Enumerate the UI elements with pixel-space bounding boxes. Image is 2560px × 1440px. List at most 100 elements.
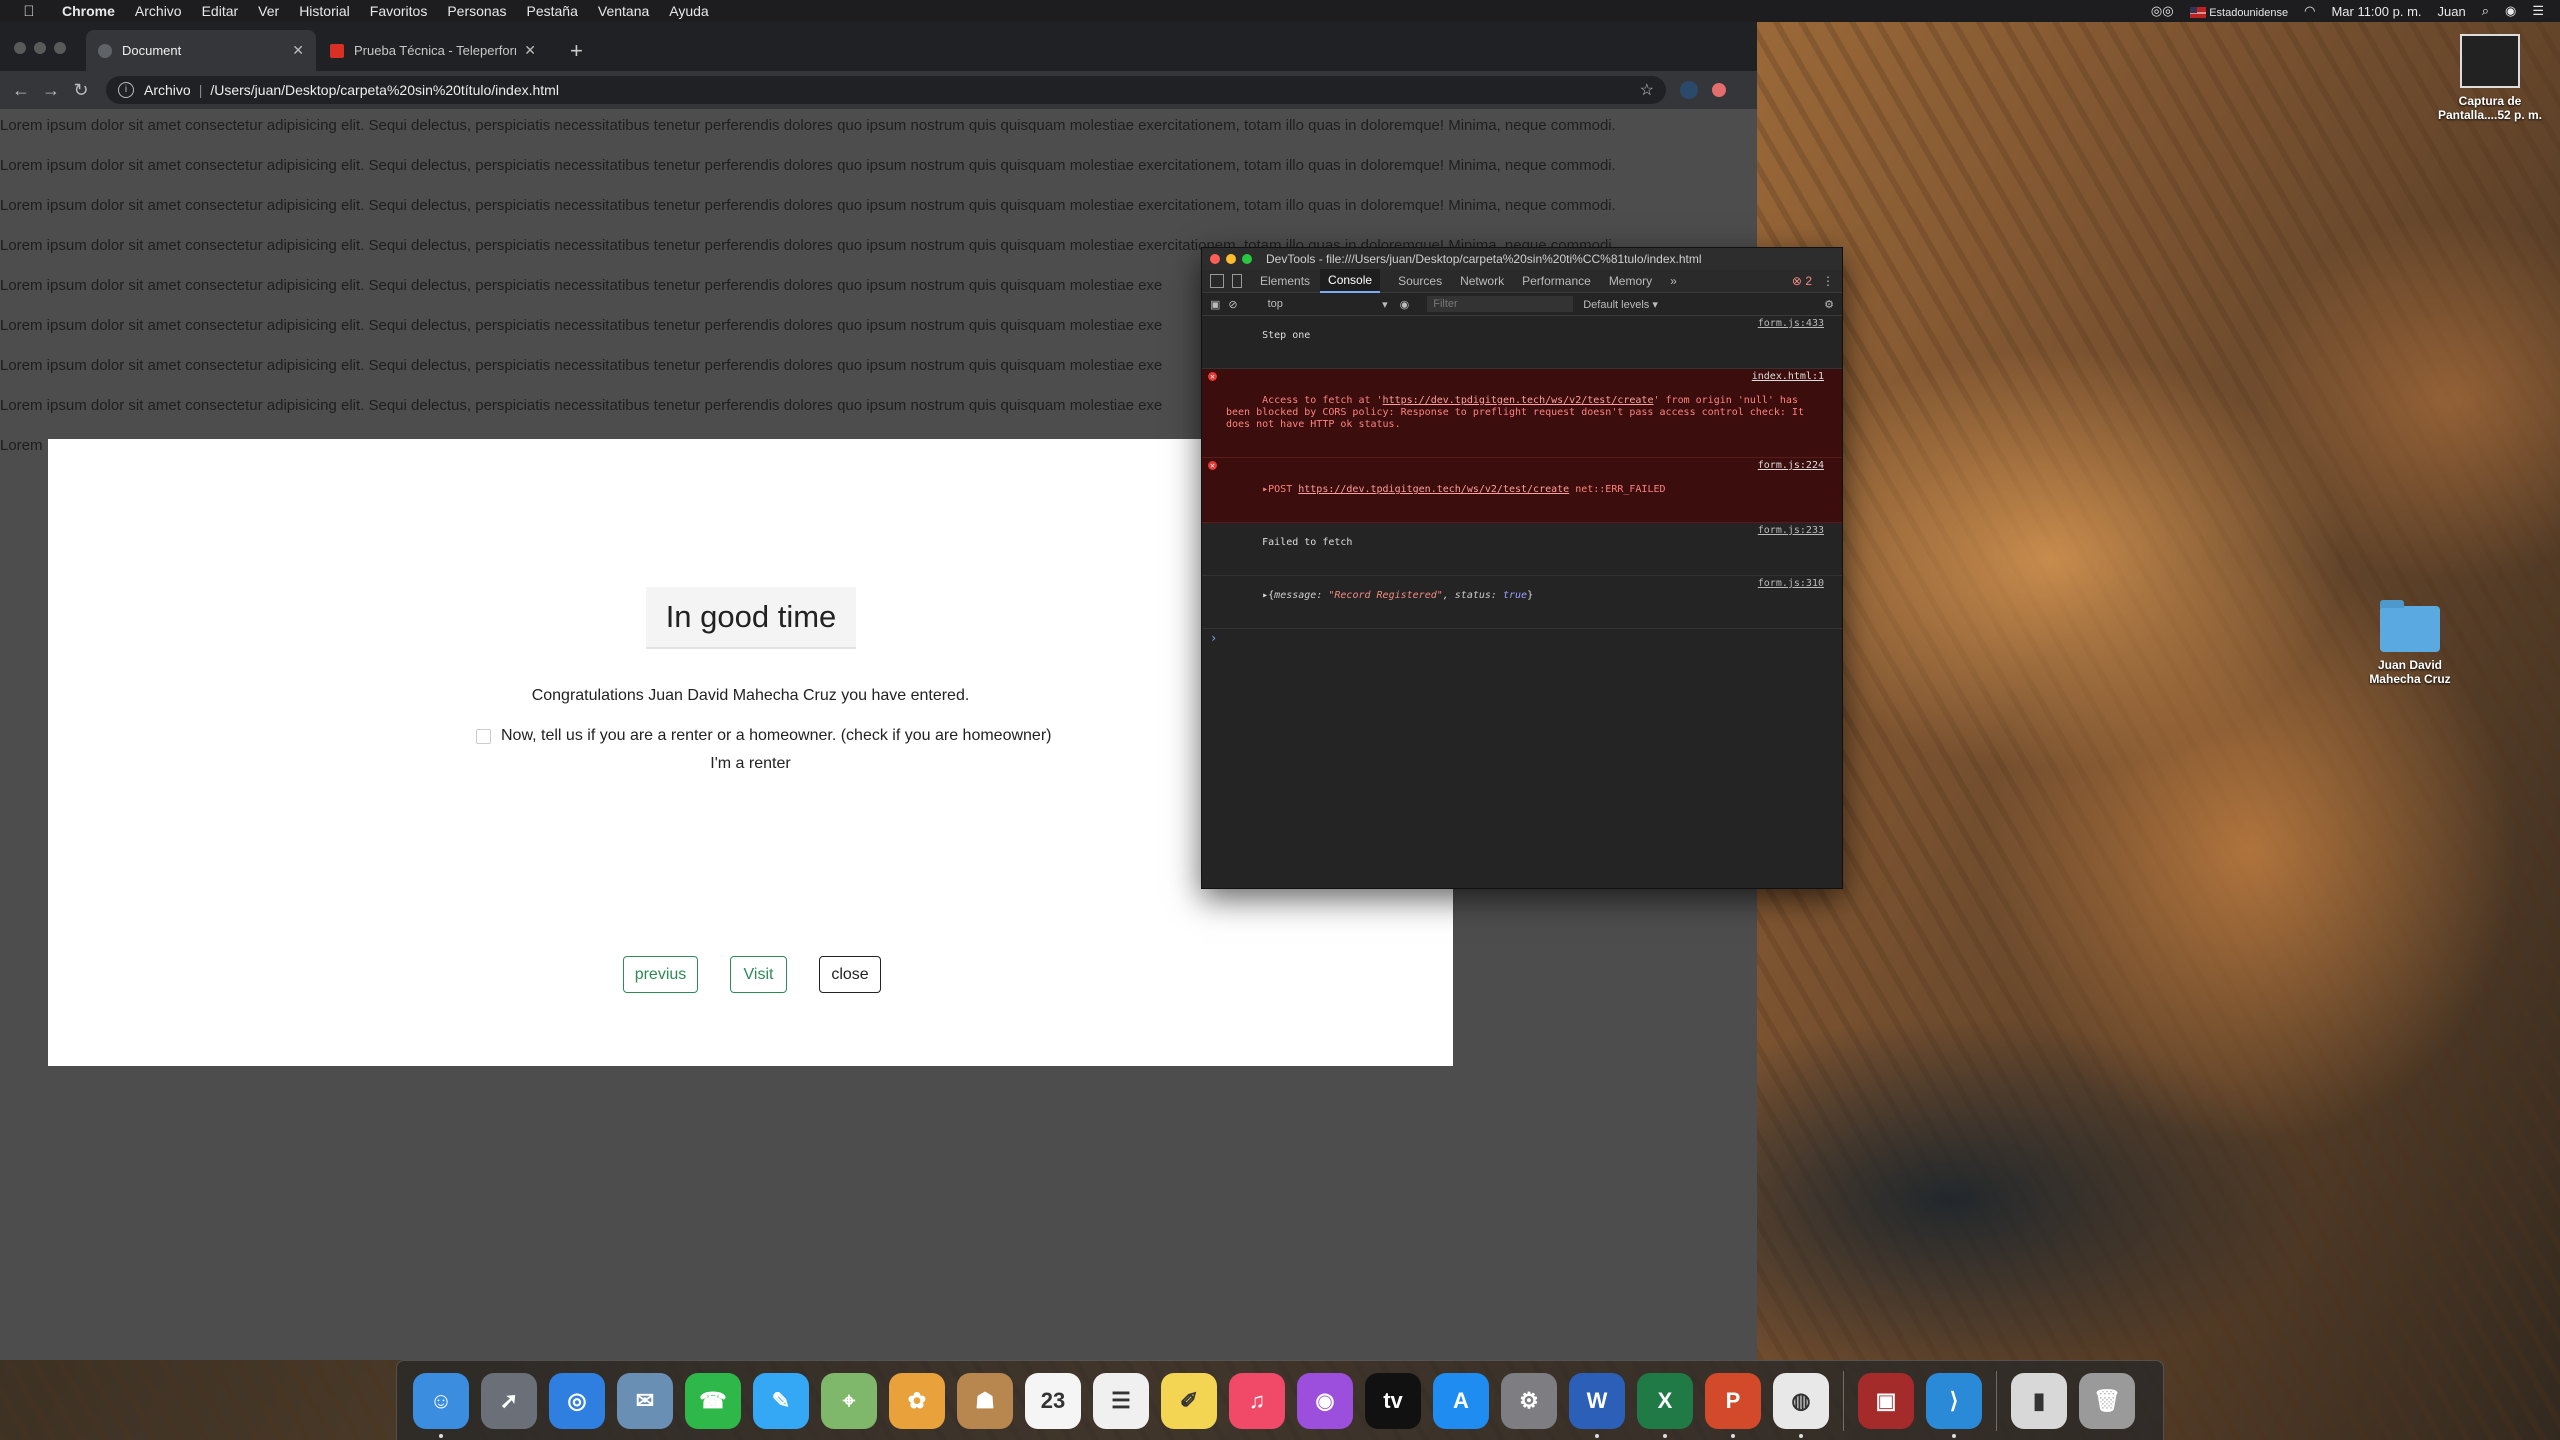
menu-clock[interactable]: Mar 11:00 p. m. (2331, 4, 2421, 19)
menu-favoritos[interactable]: Favoritos (370, 3, 428, 19)
reload-icon[interactable]: ↻ (66, 80, 96, 101)
tab-close-icon[interactable]: ✕ (292, 42, 304, 59)
console-url-link[interactable]: https://dev.tpdigitgen.tech/ws/v2/test/c… (1383, 395, 1654, 406)
facetime-icon[interactable]: ☎ (685, 1372, 741, 1429)
tab-performance[interactable]: Performance (1522, 274, 1591, 288)
menu-ver[interactable]: Ver (258, 3, 279, 19)
tab-network[interactable]: Network (1460, 274, 1504, 288)
devtools-zoom-button[interactable] (1242, 254, 1252, 264)
menu-personas[interactable]: Personas (447, 3, 506, 19)
address-bar[interactable]: i Archivo | /Users/juan/Desktop/carpeta%… (106, 76, 1666, 104)
expand-arrow[interactable]: ▸{ (1262, 590, 1274, 601)
spotlight-search-icon[interactable]: ⌕ (2482, 3, 2489, 19)
info-icon[interactable]: i (118, 82, 134, 98)
glasses-icon[interactable]: ◎◎ (2151, 3, 2174, 19)
tab-prueba-tecnica[interactable]: Prueba Técnica - Teleperformance ✕ (318, 30, 548, 71)
powerpoint-icon[interactable]: P (1705, 1372, 1761, 1438)
vscode-icon[interactable]: ⟩ (1926, 1372, 1982, 1438)
siri-icon[interactable]: ◉ (2505, 3, 2516, 19)
menu-editar[interactable]: Editar (202, 3, 239, 19)
console-source-link[interactable]: form.js:310 (1758, 578, 1824, 590)
devtools-minimize-button[interactable] (1226, 254, 1236, 264)
tab-document[interactable]: Document ✕ (86, 30, 316, 71)
menu-archivo[interactable]: Archivo (135, 3, 182, 19)
music-icon[interactable]: ♫ (1229, 1372, 1285, 1429)
photo-booth-icon[interactable]: ▣ (1858, 1372, 1914, 1429)
menu-historial[interactable]: Historial (299, 3, 350, 19)
device-toolbar-icon[interactable] (1232, 274, 1242, 288)
console-url-link[interactable]: https://dev.tpdigitgen.tech/ws/v2/test/c… (1298, 484, 1569, 495)
menu-ventana[interactable]: Ventana (598, 3, 649, 19)
console-source-link[interactable]: form.js:224 (1758, 460, 1824, 472)
forward-arrow-icon[interactable]: → (36, 80, 66, 101)
error-count-badge[interactable]: ⊗ 2 (1792, 274, 1812, 288)
clear-console-icon[interactable]: ⊘ (1228, 298, 1237, 311)
new-tab-button[interactable]: + (570, 38, 583, 64)
homeowner-checkbox-row[interactable]: Now, tell us if you are a renter or a ho… (476, 727, 1051, 745)
profile-avatar[interactable] (1712, 83, 1726, 97)
tab-sources[interactable]: Sources (1398, 274, 1442, 288)
menu-pestana[interactable]: Pestaña (527, 3, 578, 19)
desktop-icon-folder[interactable]: Juan David Mahecha Cruz (2356, 600, 2464, 686)
archive-utility-icon[interactable]: ▮ (2011, 1372, 2067, 1429)
minimize-window-button[interactable] (34, 42, 46, 54)
input-source[interactable]: Estadounidense (2189, 4, 2288, 19)
log-levels-dropdown[interactable]: Default levels ▾ (1583, 298, 1658, 311)
photos-icon[interactable]: ✿ (889, 1372, 945, 1429)
close-window-button[interactable] (14, 42, 26, 54)
maps-icon[interactable]: ⌖ (821, 1372, 877, 1429)
contacts-icon[interactable]: ☗ (957, 1372, 1013, 1429)
visit-button[interactable]: Visit (730, 956, 787, 993)
inspect-element-icon[interactable] (1210, 274, 1224, 288)
wifi-icon[interactable]: ◠ (2304, 3, 2315, 19)
calendar-icon[interactable]: 23 (1025, 1372, 1081, 1429)
trash-icon[interactable]: 🗑 (2079, 1372, 2135, 1429)
close-button[interactable]: close (819, 956, 881, 993)
more-tabs-icon[interactable]: » (1670, 274, 1677, 288)
address-url[interactable]: /Users/juan/Desktop/carpeta%20sin%20títu… (210, 82, 559, 98)
back-arrow-icon[interactable]: ← (6, 80, 36, 101)
preview-icon[interactable]: ✉ (617, 1372, 673, 1429)
homeowner-checkbox[interactable] (476, 728, 491, 744)
console-source-link[interactable]: form.js:433 (1758, 318, 1824, 330)
context-selector[interactable]: top ▾ (1268, 298, 1388, 311)
kebab-menu-icon[interactable]: ⋮ (1822, 274, 1834, 288)
sidebar-toggle-icon[interactable]: ▣ (1210, 298, 1220, 311)
desktop-icon-screenshot[interactable]: Captura de Pantalla....52 p. m. (2430, 34, 2550, 122)
eye-icon[interactable]: ◉ (1400, 298, 1410, 311)
excel-icon[interactable]: X (1637, 1372, 1693, 1438)
tab-elements[interactable]: Elements (1260, 274, 1310, 288)
gear-icon[interactable]: ⚙ (1824, 298, 1834, 311)
finder-icon[interactable]: ☺ (413, 1372, 469, 1438)
safari-icon[interactable]: ◎ (549, 1372, 605, 1429)
tab-memory[interactable]: Memory (1609, 274, 1652, 288)
console-source-link[interactable]: index.html:1 (1752, 371, 1824, 383)
tv-icon[interactable]: tv (1365, 1372, 1421, 1429)
tab-console[interactable]: Console (1320, 269, 1381, 293)
notes-icon[interactable]: ✐ (1161, 1372, 1217, 1429)
extension-icon[interactable] (1680, 81, 1698, 99)
tab-close-icon[interactable]: ✕ (524, 42, 536, 59)
app-store-icon[interactable]: A (1433, 1372, 1489, 1429)
menu-user[interactable]: Juan (2438, 4, 2466, 19)
console-filter-input[interactable]: Filter (1427, 296, 1574, 312)
console-prompt[interactable]: › (1202, 629, 1842, 647)
system-preferences-icon[interactable]: ⚙ (1501, 1372, 1557, 1429)
apple-menu-icon[interactable]:  (18, 3, 40, 20)
reminders-icon[interactable]: ☰ (1093, 1372, 1149, 1429)
devtools-close-button[interactable] (1210, 254, 1220, 264)
launchpad-icon[interactable]: ➚ (481, 1372, 537, 1429)
podcasts-icon[interactable]: ◉ (1297, 1372, 1353, 1429)
previous-button[interactable]: previus (623, 956, 698, 993)
menu-app-chrome[interactable]: Chrome (62, 3, 115, 19)
word-icon[interactable]: W (1569, 1372, 1625, 1438)
notification-center-icon[interactable]: ☰ (2532, 3, 2544, 19)
console-text[interactable]: ▸POST (1262, 484, 1298, 495)
chrome-icon[interactable]: ◍ (1773, 1372, 1829, 1438)
zoom-window-button[interactable] (54, 42, 66, 54)
bookmark-star-icon[interactable]: ☆ (1640, 80, 1654, 100)
messages-icon[interactable]: ✎ (753, 1372, 809, 1429)
menu-ayuda[interactable]: Ayuda (669, 3, 708, 19)
console-source-link[interactable]: form.js:233 (1758, 525, 1824, 537)
console-object[interactable]: ▸{message: "Record Registered", status: … (1202, 576, 1842, 629)
